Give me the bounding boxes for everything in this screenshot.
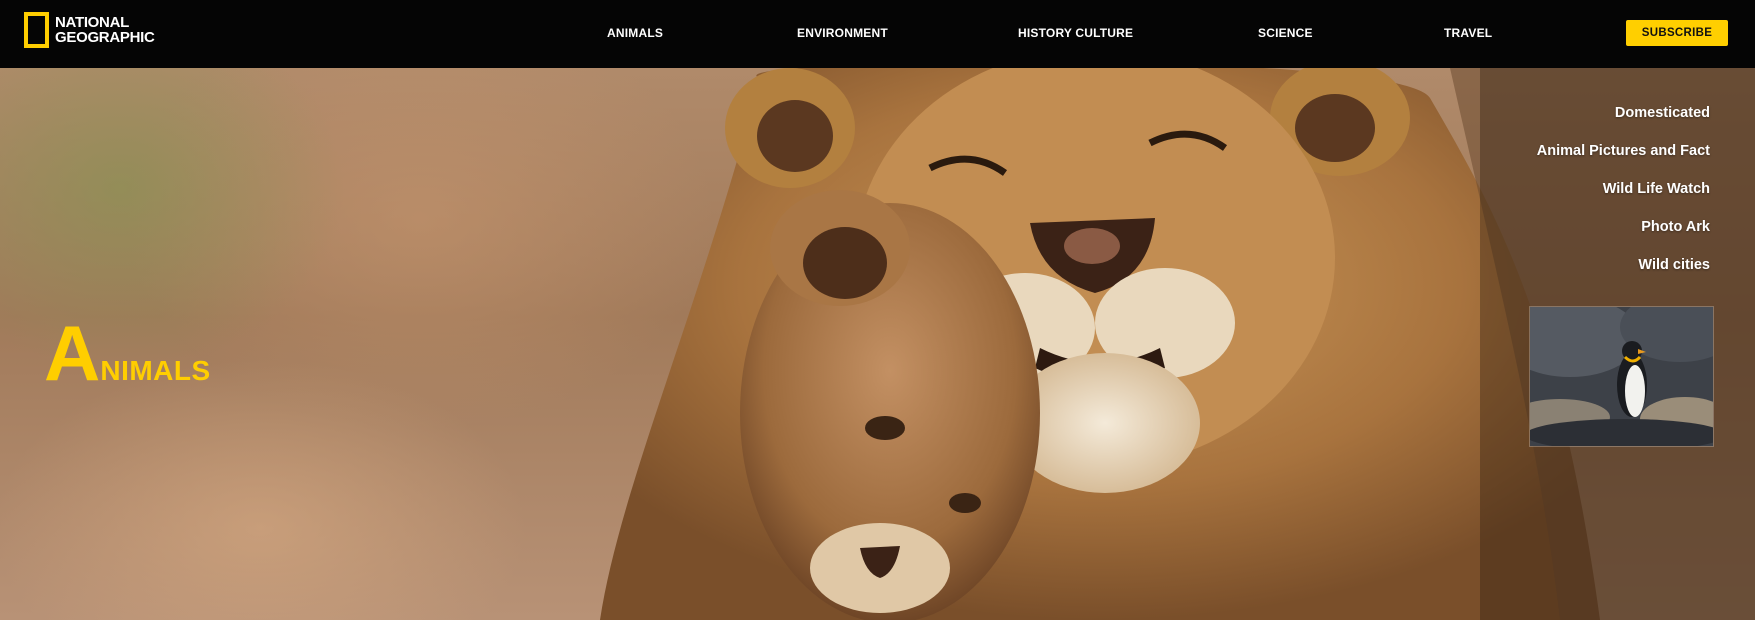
national-geographic-logo[interactable]: NATIONAL GEOGRAPHIC bbox=[24, 12, 155, 48]
submenu-item-wild-cities[interactable]: Wild cities bbox=[1638, 257, 1710, 273]
submenu-item-photo-ark[interactable]: Photo Ark bbox=[1641, 219, 1710, 235]
logo-line-1: NATIONAL bbox=[55, 14, 129, 31]
page-title-initial: A bbox=[44, 309, 101, 397]
submenu-item-animal-pictures-and-fact[interactable]: Animal Pictures and Fact bbox=[1537, 143, 1710, 159]
page-title-rest: NIMALS bbox=[100, 355, 211, 386]
nav-item-history-culture[interactable]: HISTORY CULTURE bbox=[1018, 26, 1133, 40]
hero-banner: ANIMALS Domesticated Animal Pictures and… bbox=[0, 68, 1755, 620]
submenu-item-domesticated[interactable]: Domesticated bbox=[1615, 105, 1710, 121]
submenu-item-wild-life-watch[interactable]: Wild Life Watch bbox=[1603, 181, 1710, 197]
nav-item-science[interactable]: SCIENCE bbox=[1258, 26, 1313, 40]
nav-item-travel[interactable]: TRAVEL bbox=[1444, 26, 1492, 40]
logo-wordmark: NATIONAL GEOGRAPHIC bbox=[55, 15, 155, 45]
top-navigation-bar: NATIONAL GEOGRAPHIC ANIMALS ENVIRONMENT … bbox=[0, 0, 1755, 68]
nav-item-environment[interactable]: ENVIRONMENT bbox=[797, 26, 888, 40]
logo-line-2: GEOGRAPHIC bbox=[55, 29, 155, 46]
nav-item-animals[interactable]: ANIMALS bbox=[607, 26, 663, 40]
penguin-image bbox=[1530, 307, 1713, 446]
subscribe-button[interactable]: SUBSCRIBE bbox=[1626, 20, 1728, 46]
page-title: ANIMALS bbox=[44, 314, 211, 392]
penguin-thumbnail[interactable] bbox=[1529, 306, 1714, 447]
yellow-frame-icon bbox=[24, 12, 49, 48]
